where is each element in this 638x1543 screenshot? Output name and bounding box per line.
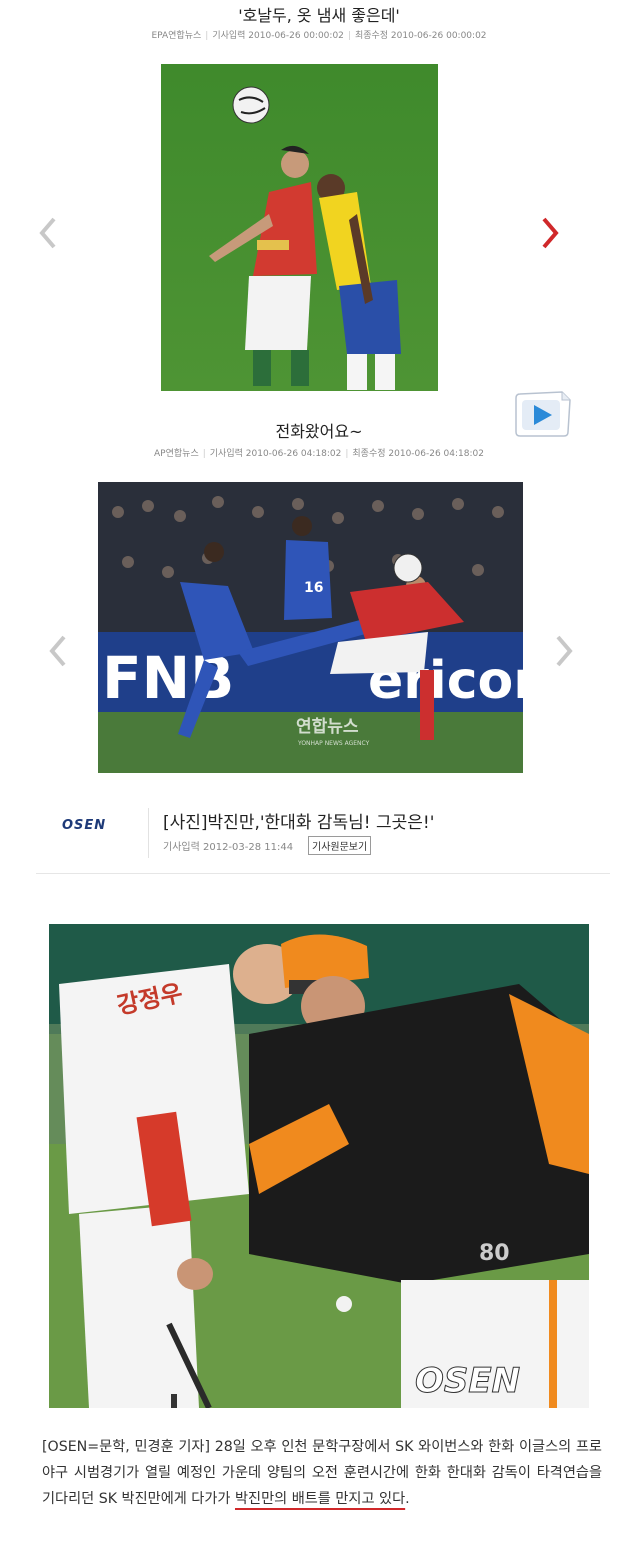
- slide2-photo[interactable]: FNB ericon 16 연합뉴스 YONHAP NEWS AGENCY: [98, 482, 523, 773]
- chevron-right-icon[interactable]: [540, 216, 560, 250]
- slide2-watermark: 연합뉴스: [296, 716, 359, 737]
- slide2-source: AP연합뉴스: [154, 449, 199, 459]
- article-headline: [사진]박진만,'한대화 감독님! 그곳은!': [163, 813, 435, 833]
- caption-end: .: [405, 1491, 410, 1507]
- article-coach-number: 80: [479, 1241, 510, 1266]
- slide1-title: '호날두, 옷 냄새 좋은데': [238, 6, 400, 25]
- osen-logo: OSEN: [62, 818, 107, 833]
- article-caption: [OSEN=문학, 민경훈 기자] 28일 오후 인천 문학구장에서 SK 와이…: [42, 1434, 602, 1512]
- slide2-watermark-en: YONHAP NEWS AGENCY: [297, 740, 370, 747]
- slide1-photo[interactable]: [161, 64, 438, 391]
- article-posted: 기사입력 2012-03-28 11:44: [163, 842, 294, 853]
- caption-highlight: 박진만의 배트를 만지고 있다: [234, 1491, 406, 1507]
- photo-watermark: OSEN: [415, 1361, 520, 1401]
- chevron-left-icon[interactable]: [48, 634, 68, 668]
- slide2-meta: AP연합뉴스 | 기사입력 2010-06-26 04:18:02 | 최종수정 201…: [154, 449, 484, 459]
- slide2-jersey-number: 16: [304, 580, 323, 596]
- slide1-posted: 기사입력 2010-06-26 00:00:02: [212, 31, 344, 41]
- slide1-meta: EPA연합뉴스 | 기사입력 2010-06-26 00:00:02 | 최종수정 20…: [151, 31, 487, 41]
- slide2-title: 전화왔어요~: [275, 422, 363, 441]
- header-divider: [148, 808, 149, 858]
- slide1-modified: 최종수정 2010-06-26 00:00:02: [354, 31, 487, 41]
- section-divider: [36, 873, 610, 874]
- original-article-button[interactable]: 기사원문보기: [308, 836, 372, 855]
- slide2-modified: 최종수정 2010-06-26 04:18:02: [352, 449, 484, 459]
- slide2-posted: 기사입력 2010-06-26 04:18:02: [209, 449, 342, 459]
- chevron-left-icon[interactable]: [38, 216, 58, 250]
- chevron-right-icon[interactable]: [554, 634, 574, 668]
- article-photo: 강정우 80 OSEN: [49, 924, 589, 1408]
- slide1-source: EPA연합뉴스: [151, 31, 202, 41]
